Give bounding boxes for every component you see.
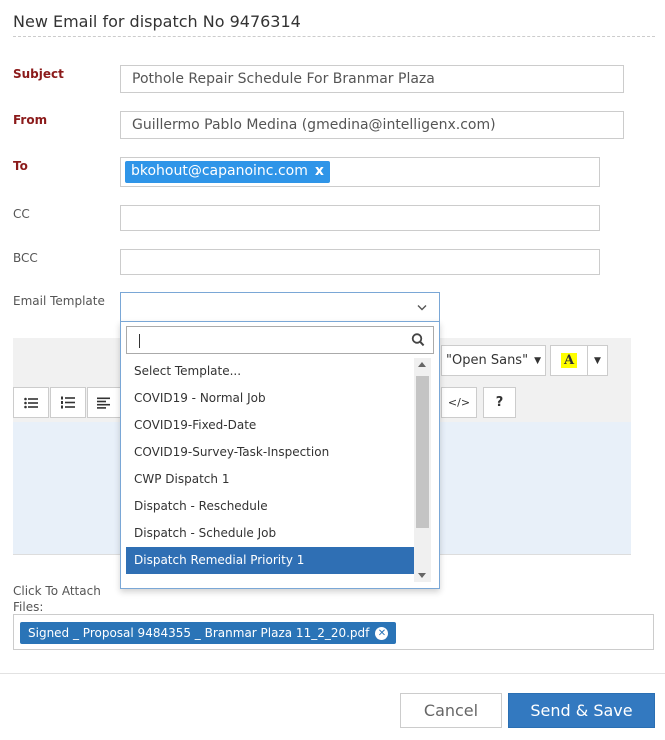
template-option[interactable]: CWP Dispatch 1 xyxy=(126,466,414,493)
recipient-email: bkohout@capanoinc.com xyxy=(131,163,308,179)
template-option[interactable]: Dispatch - Schedule Job xyxy=(126,520,414,547)
numbered-list-icon xyxy=(61,396,75,409)
unordered-list-button[interactable] xyxy=(13,387,49,418)
highlight-color-button[interactable]: A xyxy=(550,345,588,376)
attachments-box[interactable]: Signed _ Proposal 9484355 _ Branmar Plaz… xyxy=(13,614,654,650)
help-button[interactable]: ? xyxy=(483,387,516,418)
paragraph-align-button[interactable] xyxy=(87,387,121,418)
highlight-color-menu-button[interactable]: ▼ xyxy=(587,345,608,376)
attachment-filename: Signed _ Proposal 9484355 _ Branmar Plaz… xyxy=(28,626,370,640)
highlight-icon: A xyxy=(560,353,578,368)
template-option[interactable]: Select Template... xyxy=(126,358,414,385)
attachment-chip: Signed _ Proposal 9484355 _ Branmar Plaz… xyxy=(20,622,397,644)
email-template-select[interactable] xyxy=(120,292,440,322)
scrollbar-thumb[interactable] xyxy=(416,376,429,528)
from-input[interactable]: Guillermo Pablo Medina (gmedina@intellig… xyxy=(120,111,624,139)
search-icon xyxy=(411,333,425,347)
template-option[interactable]: COVID19-Survey-Task-Inspection xyxy=(126,439,414,466)
dialog-title: New Email for dispatch No 9476314 xyxy=(13,12,301,31)
chevron-down-icon xyxy=(417,305,427,311)
font-family-value: "Open Sans" xyxy=(446,353,529,368)
from-label: From xyxy=(13,113,48,127)
attach-files-label[interactable]: Click To Attach Files: xyxy=(13,583,113,615)
bcc-input[interactable] xyxy=(120,249,600,275)
search-caret xyxy=(139,334,140,348)
remove-attachment-icon[interactable]: ✕ xyxy=(375,626,389,640)
subject-input[interactable]: Pothole Repair Schedule For Branmar Plaz… xyxy=(120,65,624,93)
template-search-input[interactable] xyxy=(126,326,434,354)
code-view-button[interactable]: </> xyxy=(441,387,477,418)
caret-down-icon: ▼ xyxy=(534,355,541,366)
bcc-label: BCC xyxy=(13,251,38,265)
template-option[interactable]: Dispatch - Reschedule xyxy=(126,493,414,520)
font-family-dropdown[interactable]: "Open Sans" ▼ xyxy=(441,345,546,376)
template-option[interactable]: COVID19-Fixed-Date xyxy=(126,412,414,439)
caret-down-icon: ▼ xyxy=(594,355,601,366)
ordered-list-button[interactable] xyxy=(50,387,86,418)
dropdown-scrollbar[interactable] xyxy=(414,358,431,582)
template-option[interactable]: COVID19 - Normal Job xyxy=(126,385,414,412)
template-dropdown-panel: Select Template... COVID19 - Normal Job … xyxy=(120,321,440,589)
to-input[interactable]: bkohout@capanoinc.com x xyxy=(120,157,600,187)
recipient-tag: bkohout@capanoinc.com x xyxy=(125,161,330,183)
template-option-highlighted[interactable]: Dispatch Remedial Priority 1 xyxy=(126,547,414,574)
subject-label: Subject xyxy=(13,67,64,81)
template-option-list: Select Template... COVID19 - Normal Job … xyxy=(126,358,414,574)
title-divider xyxy=(13,36,655,37)
send-save-button[interactable]: Send & Save xyxy=(508,693,655,728)
scroll-down-arrow-icon[interactable] xyxy=(418,573,426,578)
footer-divider xyxy=(0,673,665,674)
email-template-label: Email Template xyxy=(13,294,105,308)
cc-label: CC xyxy=(13,207,30,221)
scroll-up-arrow-icon[interactable] xyxy=(418,362,426,367)
cc-input[interactable] xyxy=(120,205,600,231)
align-left-icon xyxy=(97,397,110,409)
cancel-button[interactable]: Cancel xyxy=(400,693,502,728)
to-label: To xyxy=(13,159,28,173)
recipient-remove-icon[interactable]: x xyxy=(315,163,324,179)
bulleted-list-icon xyxy=(24,397,38,408)
